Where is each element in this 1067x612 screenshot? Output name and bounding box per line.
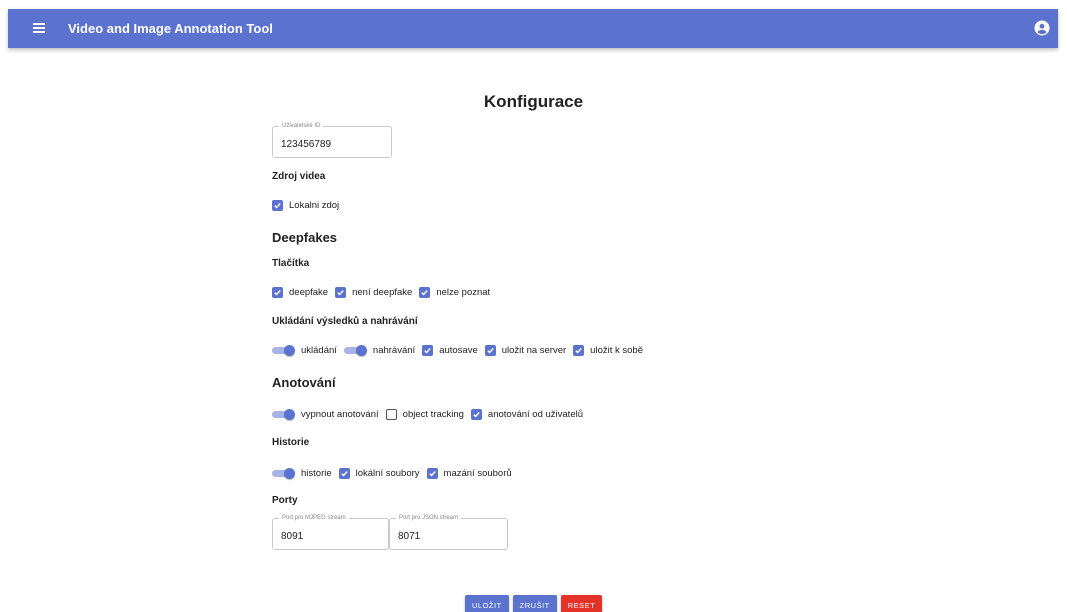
buttons-heading: Tlačítka — [272, 258, 310, 269]
video-source-heading: Zdroj videa — [272, 171, 326, 182]
mjpeg-port-label: Port pro MJPEG stream — [279, 514, 349, 523]
app-title: Video and Image Annotation Tool — [68, 21, 273, 36]
json-port-input[interactable] — [398, 531, 488, 542]
user-id-field[interactable]: Uživatelské ID — [272, 122, 392, 158]
mjpeg-port-field[interactable]: Port pro MJPEG stream — [272, 514, 389, 550]
save-locally-checkbox[interactable] — [573, 344, 585, 356]
user-id-label: Uživatelské ID — [279, 122, 324, 131]
saving-toggle-label: ukládání — [301, 344, 337, 356]
local-files-checkbox[interactable] — [338, 467, 350, 479]
ports-heading: Porty — [272, 495, 298, 506]
app-bar: Video and Image Annotation Tool — [8, 9, 1058, 48]
annotation-heading: Anotování — [272, 375, 336, 390]
disable-annotation-label: vypnout anotování — [301, 408, 379, 420]
cannot-tell-checkbox[interactable] — [419, 286, 431, 298]
local-source-label: Lokalni zdoj — [289, 199, 340, 211]
upload-toggle-label: nahrávání — [372, 344, 416, 356]
json-port-field[interactable]: Port pro JSON stream — [389, 514, 508, 550]
saving-heading: Ukládání výsledků a nahrávání — [272, 316, 418, 327]
deepfakes-heading: Deepfakes — [272, 230, 338, 245]
upload-toggle[interactable] — [343, 344, 367, 356]
object-tracking-checkbox[interactable] — [385, 408, 397, 420]
file-deletion-checkbox[interactable] — [426, 467, 438, 479]
page-title: Konfigurace — [483, 92, 584, 111]
cannot-tell-label: nelze poznat — [436, 286, 491, 298]
action-buttons: ULOŽIT ZRUŠIT RESET — [465, 595, 603, 612]
not-deepfake-label: není deepfake — [352, 286, 413, 298]
save-to-server-checkbox[interactable] — [484, 344, 496, 356]
history-toggle[interactable] — [272, 467, 295, 479]
saving-toggle[interactable] — [272, 344, 295, 356]
deepfake-label: deepfake — [289, 286, 329, 298]
history-row: historie lokální soubory mazání souborů — [272, 466, 519, 480]
reset-button[interactable]: RESET — [560, 595, 603, 612]
local-files-label: lokální soubory — [355, 467, 420, 479]
file-deletion-label: mazání souborů — [443, 467, 512, 479]
cancel-button[interactable]: ZRUŠIT — [512, 595, 557, 612]
deepfake-buttons-row: deepfake není deepfake nelze poznat — [272, 285, 497, 299]
save-to-server-label: uložit na server — [501, 344, 567, 356]
autosave-label: autosave — [439, 344, 478, 356]
menu-icon[interactable] — [33, 23, 45, 33]
json-port-label: Port pro JSON stream — [396, 514, 462, 523]
autosave-checkbox[interactable] — [422, 344, 434, 356]
history-toggle-label: historie — [301, 467, 332, 479]
not-deepfake-checkbox[interactable] — [335, 286, 347, 298]
user-annotation-label: anotování od uživatelů — [487, 408, 583, 420]
saving-row: ukládání nahrávání autosave uložit na se… — [272, 343, 650, 357]
save-button[interactable]: ULOŽIT — [465, 595, 509, 612]
annotation-row: vypnout anotování object tracking anotov… — [272, 407, 590, 421]
video-source-row: Lokalni zdoj — [272, 198, 346, 212]
save-locally-label: uložit k sobě — [590, 344, 643, 356]
user-annotation-checkbox[interactable] — [470, 408, 482, 420]
disable-annotation-toggle[interactable] — [272, 408, 295, 420]
deepfake-checkbox[interactable] — [272, 286, 283, 298]
user-id-input[interactable] — [281, 139, 371, 150]
account-circle-icon[interactable] — [1034, 20, 1050, 36]
history-heading: Historie — [272, 437, 310, 448]
mjpeg-port-input[interactable] — [281, 531, 371, 542]
local-source-checkbox[interactable] — [272, 199, 283, 211]
object-tracking-label: object tracking — [402, 408, 464, 420]
